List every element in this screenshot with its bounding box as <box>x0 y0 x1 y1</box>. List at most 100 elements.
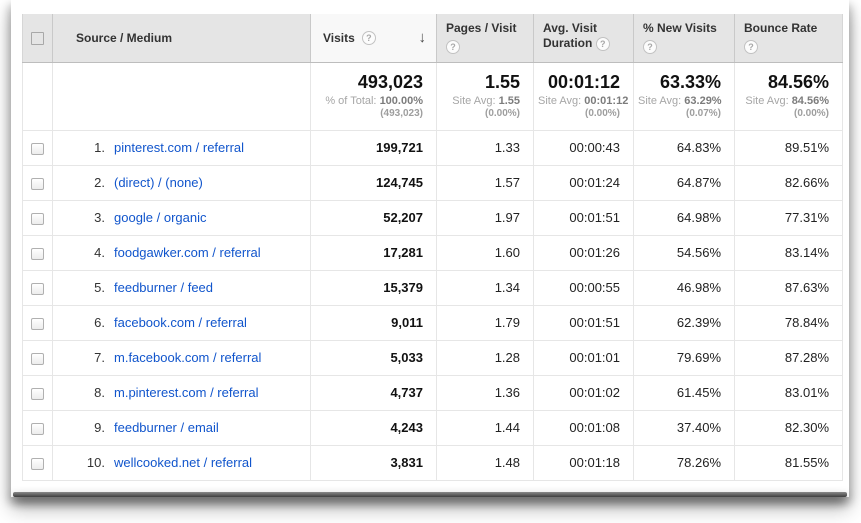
row-checkbox-cell <box>23 375 53 410</box>
help-icon[interactable]: ? <box>744 40 758 54</box>
source-cell: 10. wellcooked.net / referral <box>53 445 311 480</box>
visits-value: 199,721 <box>311 130 437 165</box>
row-index: 5. <box>53 280 105 295</box>
row-index: 1. <box>53 140 105 155</box>
source-link[interactable]: m.facebook.com / referral <box>114 350 261 365</box>
help-icon[interactable]: ? <box>446 40 460 54</box>
new-visits-value: 61.45% <box>634 375 735 410</box>
source-link[interactable]: pinterest.com / referral <box>114 140 244 155</box>
row-checkbox[interactable] <box>31 458 44 470</box>
row-index: 8. <box>53 385 105 400</box>
source-link[interactable]: facebook.com / referral <box>114 315 247 330</box>
pages-per-visit-value: 1.34 <box>437 270 534 305</box>
summary-visits: 493,023 % of Total: 100.00% (493,023) <box>311 62 437 130</box>
row-checkbox-cell <box>23 410 53 445</box>
visits-value: 124,745 <box>311 165 437 200</box>
help-icon[interactable]: ? <box>362 31 376 45</box>
source-cell: 6. facebook.com / referral <box>53 305 311 340</box>
source-link[interactable]: foodgawker.com / referral <box>114 245 261 260</box>
table-header: Source / Medium Visits ? ↓ Pages / Visit… <box>23 14 843 62</box>
new-visits-label: % New Visits <box>643 21 730 36</box>
bounce-rate-value: 87.63% <box>735 270 843 305</box>
summary-empty-cell <box>53 62 311 130</box>
visits-value: 15,379 <box>311 270 437 305</box>
column-header-bounce-rate[interactable]: Bounce Rate ? <box>735 14 843 62</box>
avg-duration-value: 00:01:18 <box>534 445 634 480</box>
row-checkbox[interactable] <box>31 388 44 400</box>
avg-duration-value: 00:01:02 <box>534 375 634 410</box>
new-visits-value: 64.98% <box>634 200 735 235</box>
pages-per-visit-value: 1.57 <box>437 165 534 200</box>
summary-row: 493,023 % of Total: 100.00% (493,023) 1.… <box>23 62 843 130</box>
table-row: 1.pinterest.com / referral 199,721 1.33 … <box>23 130 843 165</box>
total-visits: 493,023 <box>315 72 423 93</box>
visits-value: 4,737 <box>311 375 437 410</box>
new-visits-value: 46.98% <box>634 270 735 305</box>
bounce-rate-value: 82.66% <box>735 165 843 200</box>
column-header-avg-visit-duration[interactable]: Avg. Visit Duration ? <box>534 14 634 62</box>
row-checkbox[interactable] <box>31 143 44 155</box>
pages-per-visit-value: 1.97 <box>437 200 534 235</box>
row-checkbox-cell <box>23 340 53 375</box>
pages-per-visit-value: 1.60 <box>437 235 534 270</box>
avg-duration-value: 00:00:55 <box>534 270 634 305</box>
source-cell: 2. (direct) / (none) <box>53 165 311 200</box>
source-link[interactable]: feedburner / email <box>114 420 219 435</box>
table-row: 10.wellcooked.net / referral 3,831 1.48 … <box>23 445 843 480</box>
pages-per-visit-value: 1.36 <box>437 375 534 410</box>
row-checkbox[interactable] <box>31 248 44 260</box>
row-checkbox-cell <box>23 445 53 480</box>
source-medium-table: Source / Medium Visits ? ↓ Pages / Visit… <box>22 14 843 481</box>
source-link[interactable]: m.pinterest.com / referral <box>114 385 259 400</box>
bounce-rate-value: 82.30% <box>735 410 843 445</box>
pages-per-visit-label: Pages / Visit <box>446 21 529 36</box>
help-icon[interactable]: ? <box>596 37 610 51</box>
row-checkbox-cell <box>23 305 53 340</box>
analytics-table-card: Source / Medium Visits ? ↓ Pages / Visit… <box>11 0 849 497</box>
new-visits-value: 64.83% <box>634 130 735 165</box>
bounce-rate-value: 77.31% <box>735 200 843 235</box>
column-header-source-medium[interactable]: Source / Medium <box>53 14 311 62</box>
row-index: 7. <box>53 350 105 365</box>
table-row: 8.m.pinterest.com / referral 4,737 1.36 … <box>23 375 843 410</box>
row-checkbox[interactable] <box>31 353 44 365</box>
row-checkbox[interactable] <box>31 318 44 330</box>
row-checkbox[interactable] <box>31 213 44 225</box>
row-checkbox-cell <box>23 165 53 200</box>
source-cell: 9.feedburner / email <box>53 410 311 445</box>
column-header-new-visits[interactable]: % New Visits ? <box>634 14 735 62</box>
help-icon[interactable]: ? <box>643 40 657 54</box>
row-index: 10. <box>53 455 105 470</box>
row-checkbox[interactable] <box>31 423 44 435</box>
source-link[interactable]: (direct) / (none) <box>114 175 203 190</box>
bounce-rate-value: 81.55% <box>735 445 843 480</box>
pages-per-visit-value: 1.79 <box>437 305 534 340</box>
select-all-checkbox[interactable] <box>31 32 44 45</box>
source-cell: 4.foodgawker.com / referral <box>53 235 311 270</box>
summary-new-visits: 63.33% Site Avg: 63.29% (0.07%) <box>634 62 735 130</box>
row-index: 6. <box>53 315 105 330</box>
column-header-visits[interactable]: Visits ? ↓ <box>311 14 437 62</box>
bounce-rate-value: 83.01% <box>735 375 843 410</box>
bounce-rate-value: 78.84% <box>735 305 843 340</box>
row-checkbox[interactable] <box>31 178 44 190</box>
table-row: 5. feedburner / feed 15,379 1.34 00:00:55… <box>23 270 843 305</box>
pages-per-visit-value: 1.48 <box>437 445 534 480</box>
source-link[interactable]: google / organic <box>114 210 207 225</box>
column-header-pages-per-visit[interactable]: Pages / Visit ? <box>437 14 534 62</box>
avg-visit-duration-label: Avg. Visit Duration <box>543 21 597 50</box>
row-index: 2. <box>53 175 105 190</box>
source-link[interactable]: wellcooked.net / referral <box>114 455 252 470</box>
source-cell: 7. m.facebook.com / referral <box>53 340 311 375</box>
visits-value: 52,207 <box>311 200 437 235</box>
select-all-header[interactable] <box>23 14 53 62</box>
visits-value: 5,033 <box>311 340 437 375</box>
row-checkbox-cell <box>23 270 53 305</box>
new-visits-value: 64.87% <box>634 165 735 200</box>
sort-descending-icon: ↓ <box>419 30 427 45</box>
table-row: 3.google / organic 52,207 1.97 00:01:51 … <box>23 200 843 235</box>
row-checkbox[interactable] <box>31 283 44 295</box>
avg-duration-value: 00:01:51 <box>534 305 634 340</box>
row-index: 3. <box>53 210 105 225</box>
source-link[interactable]: feedburner / feed <box>114 280 213 295</box>
